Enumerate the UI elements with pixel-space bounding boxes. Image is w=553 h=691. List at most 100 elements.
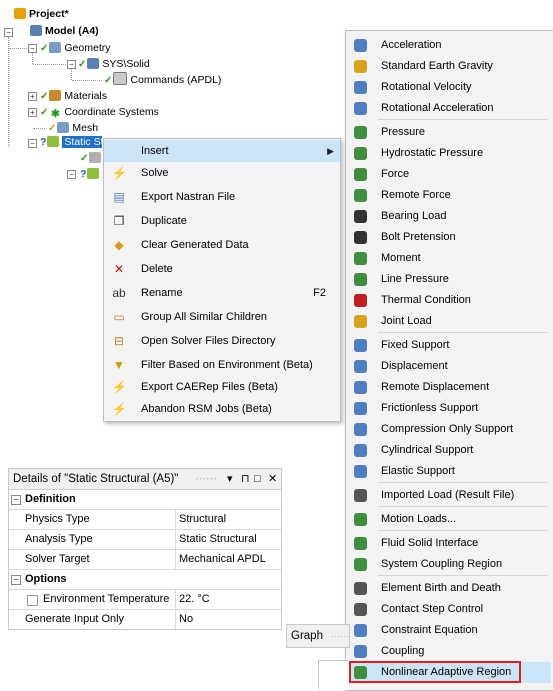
submenu-item-pressure[interactable]: Pressure bbox=[346, 122, 551, 143]
submenu-item-bearing-load[interactable]: Bearing Load bbox=[346, 206, 551, 227]
check-icon: ✓ bbox=[78, 59, 87, 70]
submenu-item-joint-load[interactable]: Joint Load bbox=[346, 311, 551, 332]
expand-materials-toggle[interactable]: + bbox=[28, 92, 37, 101]
tree-project-label: Project* bbox=[29, 8, 69, 20]
submenu-item-remote-displacement[interactable]: Remote Displacement bbox=[346, 377, 551, 398]
menu-item-insert[interactable]: Insert ▶ bbox=[104, 140, 340, 162]
menu-item-export-caerep-files-beta[interactable]: ⚡ Export CAERep Files (Beta) bbox=[104, 376, 340, 398]
graph-tab[interactable]: Graph ⋯⋯ bbox=[286, 624, 350, 648]
collapse-section-icon[interactable]: − bbox=[11, 575, 21, 585]
submenu-item-rotational-acceleration[interactable]: Rotational Acceleration bbox=[346, 98, 551, 119]
collapse-static-structural-toggle[interactable]: − bbox=[28, 139, 37, 148]
menu-item-filter-based-on-environment-beta[interactable]: ▼ Filter Based on Environment (Beta) bbox=[104, 354, 340, 376]
submenu-item-compression-only-support[interactable]: Compression Only Support bbox=[346, 419, 551, 440]
collapse-solution-toggle[interactable]: − bbox=[67, 170, 76, 179]
submenu-item-hydrostatic-pressure[interactable]: Hydrostatic Pressure bbox=[346, 143, 551, 164]
menu-item-group-all-similar-children[interactable]: ▭ Group All Similar Children bbox=[104, 306, 340, 328]
tree-line bbox=[33, 64, 66, 65]
details-header: Details of "Static Structural (A5)" ⋯⋯ ▾… bbox=[9, 469, 281, 490]
collapse-model-toggle[interactable]: − bbox=[4, 28, 13, 37]
close-icon[interactable]: ✕ bbox=[268, 469, 277, 489]
menu-item-export-nastran-file[interactable]: ▤ Export Nastran File bbox=[104, 186, 340, 208]
details-row-generate-input-only[interactable]: Generate Input Only No bbox=[9, 610, 281, 629]
tree-geometry[interactable]: ✓ Geometry bbox=[40, 40, 111, 56]
submenu-item-label: Rotational Velocity bbox=[381, 81, 472, 93]
menu-item-label: Clear Generated Data bbox=[141, 239, 249, 251]
tree-analysis-settings[interactable]: ✓ bbox=[80, 150, 104, 166]
submenu-item-motion-loads[interactable]: Motion Loads... bbox=[346, 509, 551, 530]
menu-item-clear-generated-data[interactable]: ◆ Clear Generated Data bbox=[104, 234, 340, 256]
submenu-item-label: Standard Earth Gravity bbox=[381, 60, 493, 72]
tree-line bbox=[8, 37, 9, 147]
row-key: Solver Target bbox=[25, 550, 176, 569]
maximize-icon[interactable]: □ bbox=[254, 469, 261, 489]
menu-item-abandon-rsm-jobs-beta[interactable]: ⚡ Abandon RSM Jobs (Beta) bbox=[104, 398, 340, 420]
submenu-item-elastic-support[interactable]: Elastic Support bbox=[346, 461, 551, 482]
tree-static-structural[interactable]: ? Static Structural (A5) bbox=[40, 134, 102, 150]
tree-solution[interactable]: ? bbox=[80, 166, 102, 182]
details-row-physics-type[interactable]: Physics Type Structural bbox=[9, 510, 281, 530]
details-row-environment-temperature[interactable]: Environment Temperature 22. °C bbox=[9, 590, 281, 610]
submenu-item-fluid-solid-interface[interactable]: Fluid Solid Interface bbox=[346, 533, 551, 554]
section-options[interactable]: − Options bbox=[9, 570, 281, 590]
row-value[interactable]: No bbox=[179, 610, 193, 629]
submenu-item-coupling[interactable]: Coupling bbox=[346, 641, 551, 662]
details-row-solver-target[interactable]: Solver Target Mechanical APDL bbox=[9, 550, 281, 570]
submenu-item-bolt-pretension[interactable]: Bolt Pretension bbox=[346, 227, 551, 248]
folder-icon: ▭ bbox=[113, 310, 125, 324]
menu-item-label: Abandon RSM Jobs (Beta) bbox=[141, 403, 272, 415]
submenu-item-acceleration[interactable]: Acceleration bbox=[346, 35, 551, 56]
tree-commands[interactable]: ✓ Commands (APDL) bbox=[104, 72, 221, 88]
tree-materials[interactable]: ✓ Materials bbox=[40, 88, 107, 104]
expand-coordinate-systems-toggle[interactable]: + bbox=[28, 108, 37, 117]
submenu-item-constraint-equation[interactable]: Constraint Equation bbox=[346, 620, 551, 641]
mesh-icon bbox=[57, 122, 70, 133]
tree-sys-solid[interactable]: ✓ SYS\Solid bbox=[78, 56, 150, 72]
submenu-item-fixed-support[interactable]: Fixed Support bbox=[346, 335, 551, 356]
submenu-item-cylindrical-support[interactable]: Cylindrical Support bbox=[346, 440, 551, 461]
tree-project[interactable]: Project* bbox=[14, 6, 69, 22]
submenu-item-label: Imported Load (Result File) bbox=[381, 489, 515, 501]
collapse-section-icon[interactable]: − bbox=[11, 495, 21, 505]
submenu-item-line-pressure[interactable]: Line Pressure bbox=[346, 269, 551, 290]
coupling-icon bbox=[354, 645, 367, 658]
section-definition[interactable]: − Definition bbox=[9, 490, 281, 510]
submenu-item-displacement[interactable]: Displacement bbox=[346, 356, 551, 377]
parameter-checkbox[interactable] bbox=[27, 595, 38, 606]
submenu-item-rotational-velocity[interactable]: Rotational Velocity bbox=[346, 77, 551, 98]
menu-item-delete[interactable]: ✕ Delete bbox=[104, 258, 340, 280]
submenu-item-moment[interactable]: Moment bbox=[346, 248, 551, 269]
details-row-analysis-type[interactable]: Analysis Type Static Structural bbox=[9, 530, 281, 550]
submenu-item-contact-step-control[interactable]: Contact Step Control bbox=[346, 599, 551, 620]
submenu-item-remote-force[interactable]: Remote Force bbox=[346, 185, 551, 206]
menu-item-label: Group All Similar Children bbox=[141, 311, 267, 323]
submenu-item-system-coupling-region[interactable]: System Coupling Region bbox=[346, 554, 551, 575]
grip-icon: ⋯⋯ bbox=[195, 473, 217, 485]
submenu-item-force[interactable]: Force bbox=[346, 164, 551, 185]
submenu-item-frictionless-support[interactable]: Frictionless Support bbox=[346, 398, 551, 419]
row-key: Physics Type bbox=[25, 510, 176, 529]
submenu-item-standard-earth-gravity[interactable]: Standard Earth Gravity bbox=[346, 56, 551, 77]
cylindrical-support-icon bbox=[354, 444, 367, 457]
submenu-item-label: Element Birth and Death bbox=[381, 582, 501, 594]
contact-step-control-icon bbox=[354, 603, 367, 616]
menu-item-label: Export CAERep Files (Beta) bbox=[141, 381, 278, 393]
pin-icon[interactable]: ⊓ bbox=[241, 469, 250, 489]
tree-coordinate-systems-label: Coordinate Systems bbox=[64, 106, 159, 118]
menu-item-label: Duplicate bbox=[141, 215, 187, 227]
menu-item-duplicate[interactable]: ❐ Duplicate bbox=[104, 210, 340, 232]
menu-item-open-solver-files-directory[interactable]: ⊟ Open Solver Files Directory bbox=[104, 330, 340, 352]
shortcut-label: F2 bbox=[313, 287, 326, 299]
tree-coordinate-systems[interactable]: ✓ ✱ Coordinate Systems bbox=[40, 104, 159, 120]
dropdown-icon[interactable]: ▾ bbox=[227, 469, 233, 489]
menu-item-solve[interactable]: ⚡ Solve bbox=[104, 162, 340, 184]
submenu-item-thermal-condition[interactable]: Thermal Condition bbox=[346, 290, 551, 311]
submenu-item-element-birth-and-death[interactable]: Element Birth and Death bbox=[346, 578, 551, 599]
row-value: Mechanical APDL bbox=[179, 553, 266, 565]
menu-item-rename[interactable]: ab Rename F2 bbox=[104, 282, 340, 304]
menu-separator bbox=[378, 119, 548, 120]
row-value[interactable]: 22. °C bbox=[179, 590, 210, 609]
submenu-item-imported-load-result-file[interactable]: Imported Load (Result File) bbox=[346, 485, 551, 506]
tree-model[interactable]: Model (A4) bbox=[30, 23, 99, 39]
submenu-item-label: Elastic Support bbox=[381, 465, 455, 477]
